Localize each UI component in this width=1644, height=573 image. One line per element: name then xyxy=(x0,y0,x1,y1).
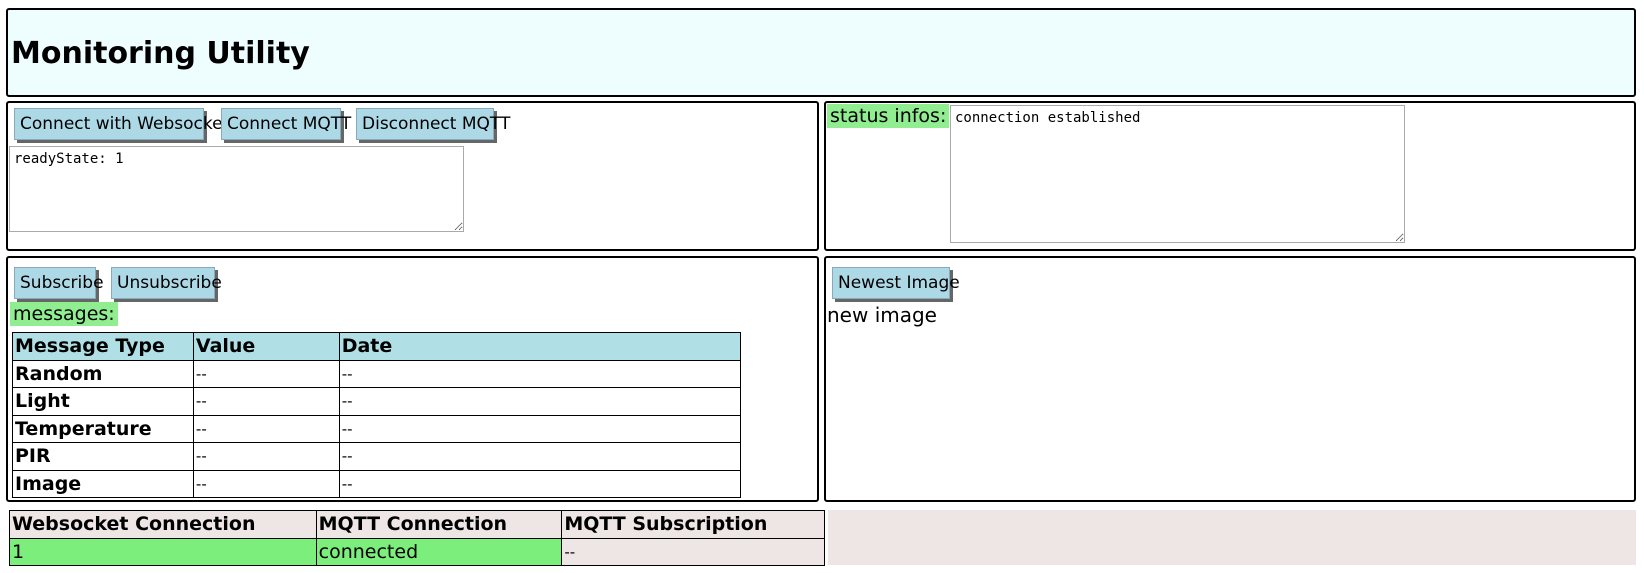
mqtt-subscription-header: MQTT Subscription xyxy=(561,510,825,539)
websocket-connection-value: 1 xyxy=(9,537,317,566)
mqtt-connection-header: MQTT Connection xyxy=(315,510,563,539)
mqtt-subscription-value: -- xyxy=(561,537,825,566)
column-header-message-type: Message Type xyxy=(12,332,194,361)
websocket-connection-header: Websocket Connection xyxy=(9,510,317,539)
status-panel: status infos: xyxy=(824,101,1636,251)
connection-status-table: Websocket Connection MQTT Connection MQT… xyxy=(9,510,825,566)
value-cell: -- xyxy=(192,414,340,443)
table-row: Image -- -- xyxy=(12,469,742,498)
messages-label: messages: xyxy=(10,302,118,326)
image-panel: Newest Image new image xyxy=(824,256,1636,502)
column-header-value: Value xyxy=(192,332,340,361)
messages-table: Message Type Value Date Random -- -- Lig… xyxy=(12,332,742,498)
date-cell: -- xyxy=(338,359,742,388)
value-cell: -- xyxy=(192,387,340,416)
value-cell: -- xyxy=(192,359,340,388)
subscription-panel: Subscribe Unsubscribe messages: Message … xyxy=(6,256,819,502)
connection-panel: Connect with Websocket Connect MQTT Disc… xyxy=(6,101,819,251)
status-infos-textarea[interactable] xyxy=(950,105,1405,243)
status-value-row: 1 connected -- xyxy=(9,537,825,566)
date-cell: -- xyxy=(338,442,742,471)
table-row: Light -- -- xyxy=(12,387,742,416)
connect-mqtt-button[interactable]: Connect MQTT xyxy=(221,108,351,140)
message-type-cell: Light xyxy=(12,387,194,416)
table-row: Temperature -- -- xyxy=(12,414,742,443)
value-cell: -- xyxy=(192,442,340,471)
status-header-row: Websocket Connection MQTT Connection MQT… xyxy=(9,510,825,539)
message-type-cell: Image xyxy=(12,469,194,498)
disconnect-mqtt-button[interactable]: Disconnect MQTT xyxy=(356,108,510,140)
message-type-cell: PIR xyxy=(12,442,194,471)
column-header-date: Date xyxy=(338,332,742,361)
websocket-log-textarea[interactable] xyxy=(9,146,464,232)
table-row: PIR -- -- xyxy=(12,442,742,471)
message-type-cell: Temperature xyxy=(12,414,194,443)
connect-websocket-button[interactable]: Connect with Websocket xyxy=(14,108,229,140)
newest-image-button[interactable]: Newest Image xyxy=(832,267,960,299)
value-cell: -- xyxy=(192,469,340,498)
page-title: Monitoring Utility xyxy=(11,36,310,71)
date-cell: -- xyxy=(338,387,742,416)
image-placeholder-text: new image xyxy=(827,303,937,327)
date-cell: -- xyxy=(338,469,742,498)
header-panel: Monitoring Utility xyxy=(6,8,1636,97)
table-header-row: Message Type Value Date xyxy=(12,332,742,361)
table-row: Random -- -- xyxy=(12,359,742,388)
status-bar-background xyxy=(828,510,1636,565)
subscribe-button[interactable]: Subscribe xyxy=(14,267,104,299)
date-cell: -- xyxy=(338,414,742,443)
unsubscribe-button[interactable]: Unsubscribe xyxy=(111,267,222,299)
message-type-cell: Random xyxy=(12,359,194,388)
mqtt-connection-value: connected xyxy=(315,537,563,566)
status-infos-label: status infos: xyxy=(827,104,950,128)
